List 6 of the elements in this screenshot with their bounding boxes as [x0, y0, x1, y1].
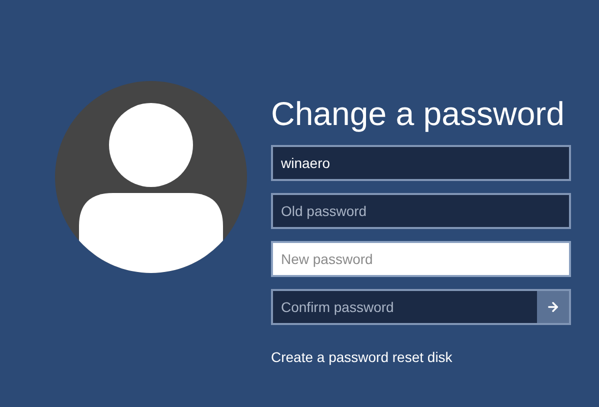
password-field[interactable]: winaero	[271, 145, 571, 181]
password-field[interactable]: New password	[271, 241, 571, 277]
reset-disk-link[interactable]: Create a password reset disk	[271, 347, 571, 368]
page-title: Change a password	[271, 94, 566, 134]
user-avatar-icon	[55, 81, 247, 273]
password-field[interactable]: Old password	[271, 193, 571, 229]
